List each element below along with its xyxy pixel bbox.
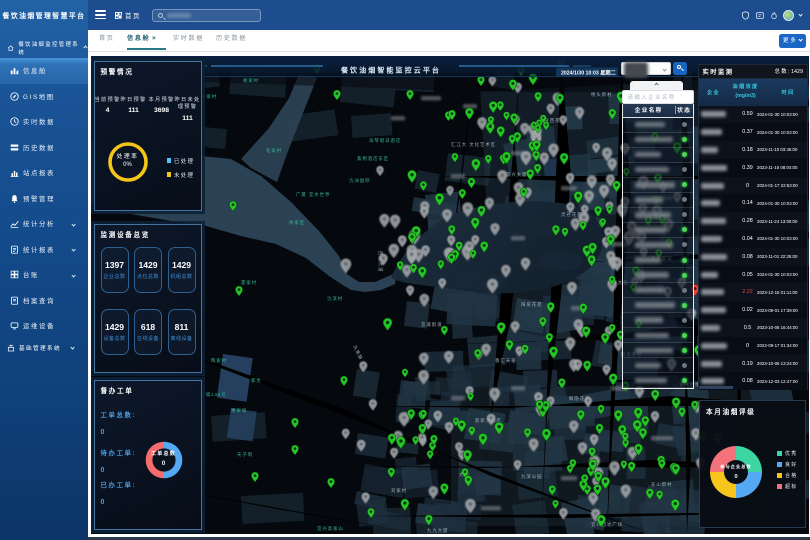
svg-text:2024/1/30 10:03 星期二: 2024/1/30 10:03 星期二 — [561, 69, 616, 77]
svg-text:梅家村: 梅家村 — [201, 93, 217, 100]
svg-text:天子制: 天子制 — [237, 451, 253, 458]
svg-text:汇江大 文化艺术区: 汇江大 文化艺术区 — [451, 141, 496, 148]
svg-text:海琴假日酒店: 海琴假日酒店 — [369, 137, 401, 144]
svg-text:惠家城: 惠家城 — [231, 407, 247, 414]
svg-text:香汇天玺: 香汇天玺 — [495, 357, 516, 364]
svg-text:桥头新村: 桥头新村 — [591, 91, 612, 98]
svg-text:宜兴万达广场: 宜兴万达广场 — [591, 521, 623, 528]
svg-text:氿洲国际: 氿洲国际 — [349, 177, 370, 184]
svg-text:九滨公园: 九滨公园 — [521, 473, 542, 480]
svg-text:宜兴大厦: 宜兴大厦 — [506, 171, 527, 178]
svg-text:宜城街道: 宜城街道 — [421, 321, 442, 328]
svg-text:夏家村: 夏家村 — [241, 279, 257, 285]
svg-text:陶家村: 陶家村 — [211, 357, 227, 364]
svg-text:阳泉花苑: 阳泉花苑 — [521, 301, 542, 308]
svg-text:胡家村: 胡家村 — [243, 77, 259, 84]
svg-text:氿滨村: 氿滨村 — [327, 295, 343, 302]
svg-text:紫金: 紫金 — [251, 377, 262, 383]
svg-text:广厦 宜水世界: 广厦 宜水世界 — [296, 191, 330, 198]
svg-text:九九大厦: 九九大厦 — [427, 527, 448, 534]
svg-text:紫荆酒店东区: 紫荆酒店东区 — [357, 155, 389, 162]
svg-text:刘家村: 刘家村 — [391, 487, 407, 493]
svg-text:餐饮油烟智能监控云平台: 餐饮油烟智能监控云平台 — [340, 66, 441, 75]
svg-text:东山新村: 东山新村 — [651, 481, 672, 488]
svg-text:毛家村: 毛家村 — [266, 147, 282, 153]
svg-text:宜兴高家山: 宜兴高家山 — [317, 525, 344, 532]
svg-text:体家区: 体家区 — [289, 219, 305, 226]
